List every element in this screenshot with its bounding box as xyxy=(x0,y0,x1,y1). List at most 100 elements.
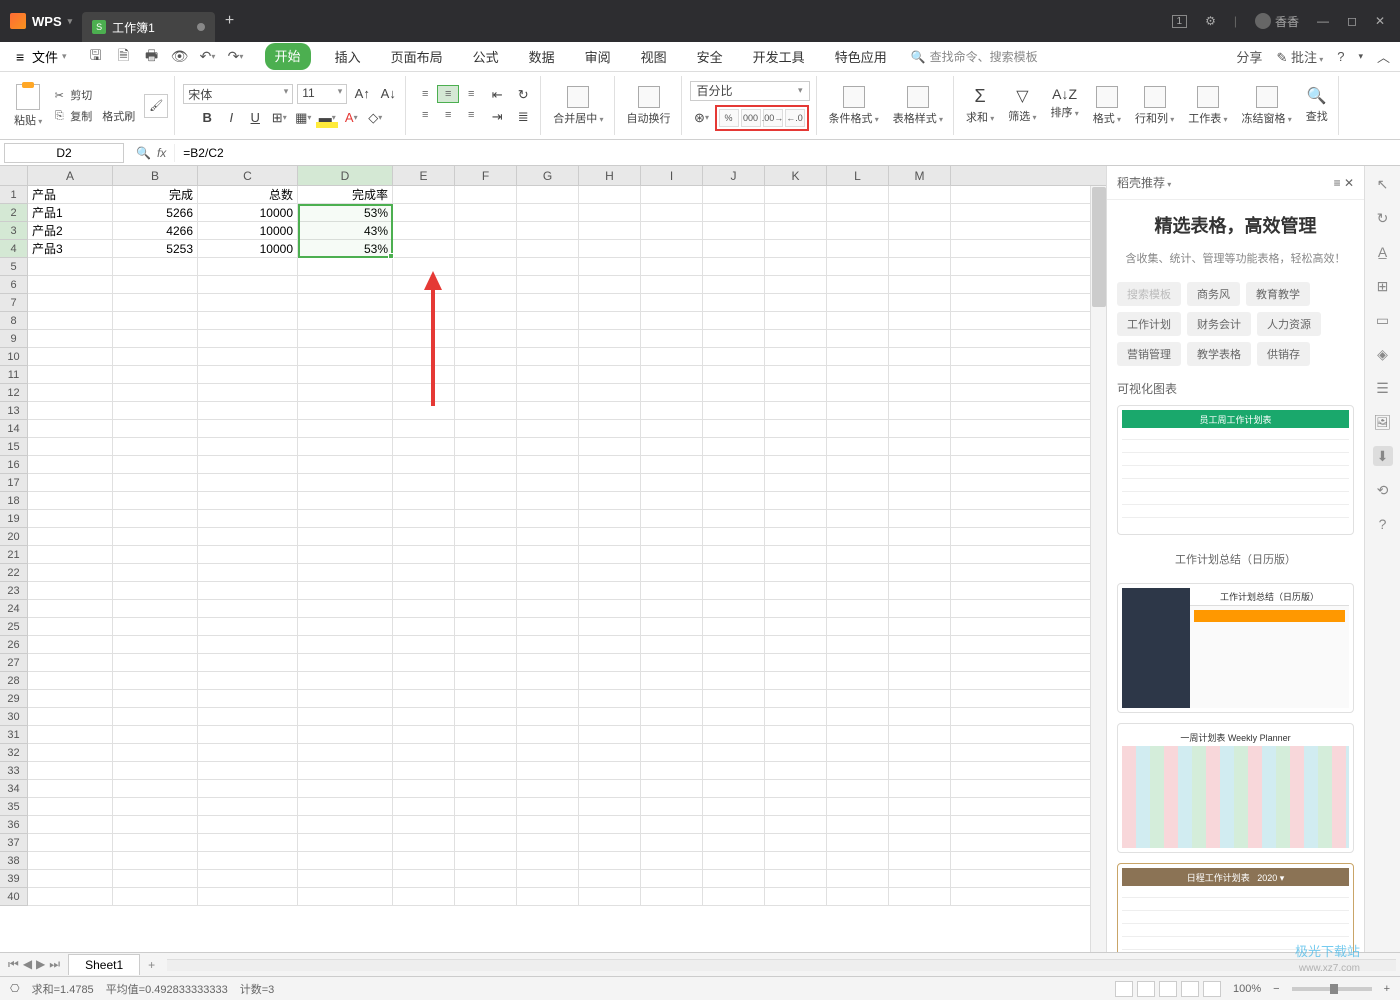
cell[interactable] xyxy=(517,780,579,797)
cell[interactable] xyxy=(579,474,641,491)
cell[interactable] xyxy=(517,672,579,689)
cell[interactable] xyxy=(28,798,113,815)
cell[interactable] xyxy=(113,600,198,617)
cell[interactable] xyxy=(827,816,889,833)
align-top-right[interactable]: ≡ xyxy=(460,85,482,103)
cell[interactable] xyxy=(113,366,198,383)
cell[interactable] xyxy=(198,564,298,581)
cell[interactable] xyxy=(641,438,703,455)
cell[interactable] xyxy=(298,780,393,797)
table-style-button[interactable]: 表格样式 xyxy=(889,84,947,128)
font-size-select[interactable]: 11 ▾ xyxy=(297,84,347,104)
cell[interactable] xyxy=(703,528,765,545)
cell[interactable] xyxy=(113,798,198,815)
cell[interactable] xyxy=(455,438,517,455)
cell[interactable] xyxy=(455,780,517,797)
cell[interactable] xyxy=(28,258,113,275)
bold-button[interactable]: B xyxy=(196,108,218,128)
cell[interactable] xyxy=(198,744,298,761)
cell[interactable] xyxy=(298,798,393,815)
cell[interactable] xyxy=(113,726,198,743)
sheet-prev-icon[interactable]: ◀ xyxy=(23,957,32,972)
save-icon[interactable]: 🖫 xyxy=(85,46,107,68)
cell[interactable] xyxy=(393,438,455,455)
cut-button[interactable]: ✂剪切 xyxy=(48,85,138,105)
cell[interactable] xyxy=(455,330,517,347)
cell[interactable] xyxy=(641,834,703,851)
cell[interactable] xyxy=(889,204,951,221)
align-top-center[interactable]: ≡ xyxy=(437,85,459,103)
cell[interactable] xyxy=(579,636,641,653)
comma-button[interactable]: 000 xyxy=(741,109,761,127)
cell[interactable] xyxy=(703,510,765,527)
cell[interactable] xyxy=(113,510,198,527)
cell[interactable] xyxy=(28,690,113,707)
align-top-left[interactable]: ≡ xyxy=(414,85,436,103)
cell[interactable] xyxy=(517,546,579,563)
cell[interactable] xyxy=(889,438,951,455)
cell[interactable] xyxy=(579,312,641,329)
row-header[interactable]: 40 xyxy=(0,888,28,906)
apps-icon[interactable]: ⚙ xyxy=(1205,14,1216,28)
row-header[interactable]: 9 xyxy=(0,330,28,348)
cell[interactable] xyxy=(579,600,641,617)
cell[interactable] xyxy=(641,564,703,581)
cell[interactable] xyxy=(889,870,951,887)
view-normal-icon[interactable] xyxy=(1115,981,1133,997)
cell[interactable] xyxy=(298,600,393,617)
cell[interactable] xyxy=(198,528,298,545)
col-header-K[interactable]: K xyxy=(765,166,827,185)
cell[interactable] xyxy=(298,618,393,635)
cell[interactable] xyxy=(517,690,579,707)
cell[interactable] xyxy=(641,348,703,365)
cell[interactable] xyxy=(28,708,113,725)
collapse-ribbon-icon[interactable]: ︿ xyxy=(1377,47,1390,66)
cell[interactable] xyxy=(641,186,703,203)
increase-font-icon[interactable]: A↑ xyxy=(351,84,373,104)
cell[interactable] xyxy=(393,888,455,905)
cell[interactable] xyxy=(765,816,827,833)
cell[interactable]: 产品3 xyxy=(28,240,113,257)
cell[interactable] xyxy=(641,492,703,509)
cell[interactable] xyxy=(889,798,951,815)
cell[interactable] xyxy=(113,870,198,887)
print-icon[interactable]: 🖶 xyxy=(141,46,163,68)
cell[interactable] xyxy=(517,366,579,383)
cell[interactable] xyxy=(28,456,113,473)
cell[interactable] xyxy=(889,636,951,653)
cell[interactable] xyxy=(579,672,641,689)
cell[interactable] xyxy=(827,528,889,545)
cell[interactable] xyxy=(579,384,641,401)
list-icon[interactable]: ☰ xyxy=(1373,378,1393,398)
row-header[interactable]: 36 xyxy=(0,816,28,834)
cell[interactable] xyxy=(703,870,765,887)
horizontal-scrollbar[interactable] xyxy=(167,959,1396,971)
cell[interactable] xyxy=(827,852,889,869)
cell[interactable] xyxy=(703,708,765,725)
cell[interactable] xyxy=(28,546,113,563)
cell[interactable] xyxy=(889,762,951,779)
cell[interactable] xyxy=(517,420,579,437)
cell[interactable] xyxy=(455,456,517,473)
font-color-button[interactable]: A xyxy=(340,108,362,128)
view-focus-icon[interactable] xyxy=(1203,981,1221,997)
cell[interactable] xyxy=(579,186,641,203)
paste-button[interactable]: 粘贴 xyxy=(14,84,42,128)
cell[interactable] xyxy=(889,744,951,761)
cell[interactable] xyxy=(827,222,889,239)
cell[interactable] xyxy=(393,186,455,203)
add-sheet-button[interactable]: + xyxy=(140,958,163,972)
cell[interactable] xyxy=(765,528,827,545)
cell[interactable] xyxy=(889,348,951,365)
cell[interactable] xyxy=(641,888,703,905)
cell[interactable] xyxy=(579,240,641,257)
cell[interactable] xyxy=(455,564,517,581)
grid-icon[interactable]: ⊞ xyxy=(1373,276,1393,296)
cell[interactable]: 产品 xyxy=(28,186,113,203)
cell[interactable] xyxy=(517,240,579,257)
cell[interactable] xyxy=(113,762,198,779)
col-header-A[interactable]: A xyxy=(28,166,113,185)
cell[interactable] xyxy=(455,654,517,671)
cell[interactable] xyxy=(889,816,951,833)
increase-indent-icon[interactable]: ⇥ xyxy=(486,107,508,127)
